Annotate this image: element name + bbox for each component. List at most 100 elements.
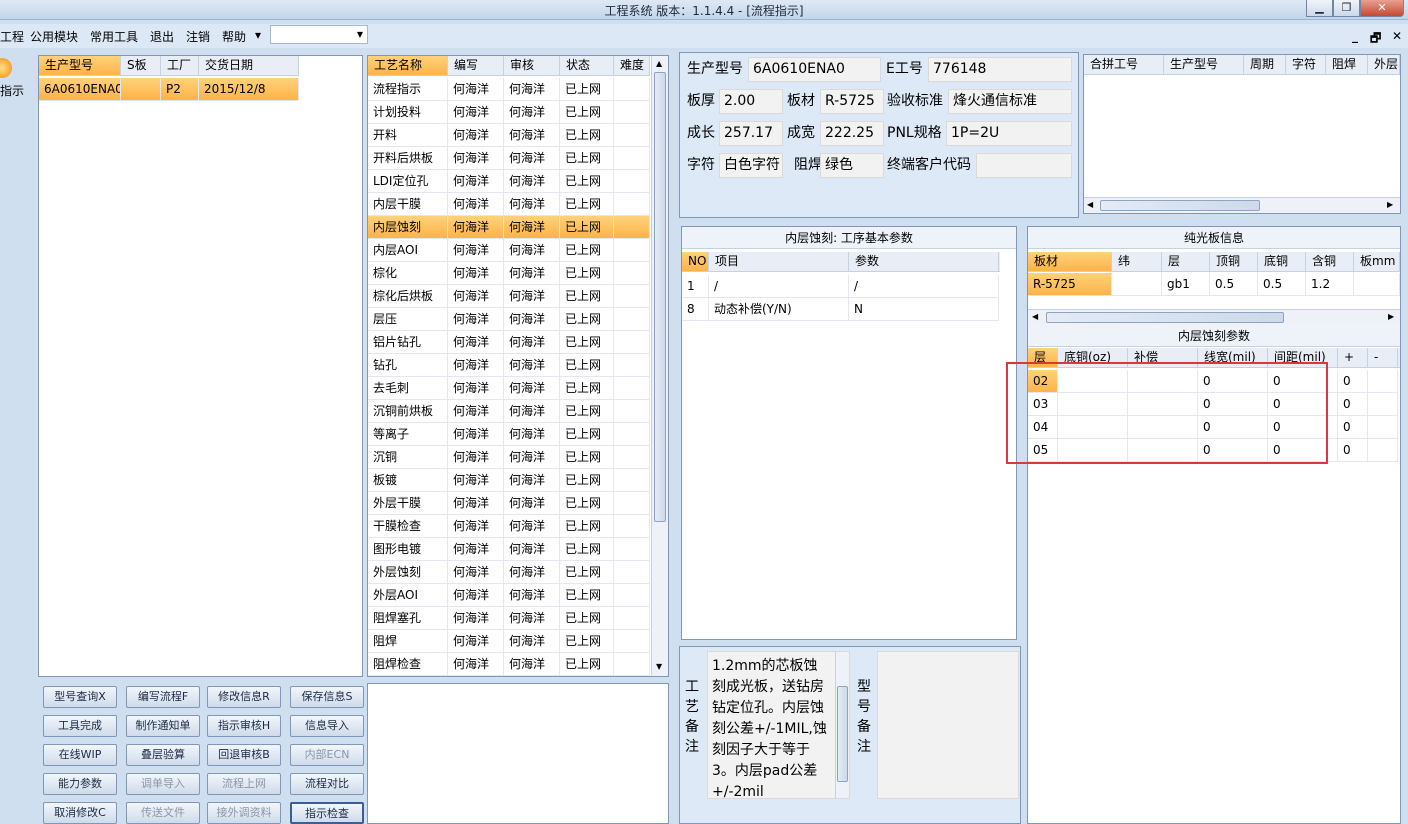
table-row[interactable]: 开料 何海洋 何海洋 已上网 [368,124,650,147]
column-header[interactable]: 底铜 [1258,252,1306,271]
column-header[interactable]: 含铜 [1306,252,1354,271]
length-field[interactable]: 257.17 [719,121,783,146]
action-button[interactable]: 传送文件 [126,802,200,824]
table-row[interactable]: 计划投料 何海洋 何海洋 已上网 [368,101,650,124]
minimize-button[interactable]: ▁ [1306,0,1333,17]
column-header[interactable]: 合拼工号 [1084,55,1164,74]
chevron-down-icon[interactable]: ▾ [255,28,261,42]
column-header[interactable]: 外层 [1368,55,1400,74]
action-button[interactable]: 工具完成 [43,715,117,737]
column-header[interactable]: 参数 [849,252,999,271]
notes-scrollbar[interactable] [835,652,849,798]
table-row[interactable]: LDI定位孔 何海洋 何海洋 已上网 [368,170,650,193]
scroll-up-icon[interactable]: ▲ [656,59,662,68]
column-header[interactable]: - [1368,348,1398,367]
column-header[interactable]: NO [682,252,709,271]
column-header[interactable]: S板 [121,56,161,75]
process-notes-field[interactable]: 1.2mm的芯板蚀刻成光板，送钻房钻定位孔。内层蚀刻公差+/-1MIL,蚀刻因子… [707,651,850,799]
model-field[interactable]: 6A0610ENA0 [748,57,881,82]
table-row[interactable]: 开料后烘板 何海洋 何海洋 已上网 [368,147,650,170]
scroll-right-icon[interactable]: ▶ [1387,200,1393,209]
table-row[interactable]: 棕化后烘板 何海洋 何海洋 已上网 [368,285,650,308]
column-header[interactable]: 生产型号 [39,56,121,75]
column-header[interactable]: 工艺名称 [368,56,448,75]
soldermask-field[interactable]: 绿色 [820,153,884,178]
action-button[interactable]: 流程上网 [207,773,281,795]
column-header[interactable]: 顶铜 [1210,252,1258,271]
table-row[interactable]: 阻焊 何海洋 何海洋 已上网 [368,630,650,653]
table-row[interactable]: 图形电镀 何海洋 何海洋 已上网 [368,538,650,561]
column-header[interactable]: 字符 [1286,55,1326,74]
column-header[interactable]: 生产型号 [1164,55,1244,74]
table-row[interactable]: 等离子 何海洋 何海洋 已上网 [368,423,650,446]
action-button[interactable]: 制作通知单 [126,715,200,737]
menu-logout[interactable]: 注销 [186,28,210,45]
column-header[interactable]: 审核 [504,56,560,75]
action-button[interactable]: 信息导入 [290,715,364,737]
thickness-field[interactable]: 2.00 [719,89,783,114]
action-button[interactable]: 流程对比 [290,773,364,795]
pnl-field[interactable]: 1P=2U [946,121,1072,146]
menu-common-tools[interactable]: 常用工具 [90,28,138,45]
table-row[interactable]: 去毛刺 何海洋 何海洋 已上网 [368,377,650,400]
process-scrollbar[interactable]: ▲ ▼ [651,56,668,676]
width-field[interactable]: 222.25 [820,121,884,146]
close-button[interactable]: ✕ [1360,0,1404,17]
column-header[interactable]: 周期 [1244,55,1286,74]
action-button[interactable]: 型号查询X [43,686,117,708]
action-button[interactable]: 指示检查 [290,802,364,824]
table-row[interactable]: 流程指示 何海洋 何海洋 已上网 [368,78,650,101]
column-header[interactable]: 板材 [1028,252,1112,271]
eno-field[interactable]: 776148 [928,57,1072,82]
table-row[interactable]: 阻焊塞孔 何海洋 何海洋 已上网 [368,607,650,630]
table-row[interactable]: 阻焊检查 何海洋 何海洋 已上网 [368,653,650,676]
action-button[interactable]: 接外调资料 [207,802,281,824]
process-icon[interactable] [0,58,12,78]
table-row[interactable]: 8 动态补偿(Y/N) N [682,298,999,321]
action-button[interactable]: 编写流程F [126,686,200,708]
table-row[interactable]: 沉铜 何海洋 何海洋 已上网 [368,446,650,469]
column-header[interactable]: 项目 [709,252,849,271]
column-header[interactable]: 交货日期 [199,56,299,75]
table-row[interactable]: 干膜检查 何海洋 何海洋 已上网 [368,515,650,538]
character-field[interactable]: 白色字符 [719,153,783,178]
table-row[interactable]: 内层干膜 何海洋 何海洋 已上网 [368,193,650,216]
action-button[interactable]: 取消修改C [43,802,117,824]
customer-code-field[interactable] [976,153,1072,178]
mdi-close-button[interactable]: ✕ [1392,29,1402,43]
table-row[interactable]: R-5725 gb1 0.5 0.5 1.2 [1028,273,1400,296]
combine-hscrollbar[interactable]: ◀ ▶ [1084,197,1400,213]
action-button[interactable]: 叠层验算 [126,744,200,766]
scroll-left-icon[interactable]: ◀ [1032,312,1038,321]
column-header[interactable]: 层 [1162,252,1210,271]
action-button[interactable]: 内部ECN [290,744,364,766]
toolbar-combo[interactable]: ▼ [270,25,368,44]
action-button[interactable]: 保存信息S [290,686,364,708]
table-row[interactable]: 板镀 何海洋 何海洋 已上网 [368,469,650,492]
model-notes-field[interactable] [877,651,1019,799]
scroll-left-icon[interactable]: ◀ [1087,200,1093,209]
menu-engineering[interactable]: 工程 [0,28,24,45]
menu-help[interactable]: 帮助 [222,28,246,45]
table-row[interactable]: 内层AOI 何海洋 何海洋 已上网 [368,239,650,262]
board-hscrollbar[interactable]: ◀ ▶ [1028,309,1400,325]
table-row[interactable]: 铝片钻孔 何海洋 何海洋 已上网 [368,331,650,354]
column-header[interactable]: 阻焊 [1326,55,1368,74]
left-toolbar-label[interactable]: 指示 [0,82,24,99]
column-header[interactable]: 工厂 [161,56,199,75]
action-button[interactable]: 修改信息R [207,686,281,708]
table-row[interactable]: 外层蚀刻 何海洋 何海洋 已上网 [368,561,650,584]
scroll-thumb[interactable] [1046,312,1284,323]
column-header[interactable]: 编写 [448,56,504,75]
scroll-thumb[interactable] [837,686,848,782]
column-header[interactable]: 板mm [1354,252,1400,271]
action-button[interactable]: 在线WIP [43,744,117,766]
action-button[interactable]: 调单导入 [126,773,200,795]
table-row[interactable]: 层压 何海洋 何海洋 已上网 [368,308,650,331]
scroll-thumb[interactable] [1100,200,1260,211]
action-button[interactable]: 能力参数 [43,773,117,795]
standard-field[interactable]: 烽火通信标准 [948,89,1072,114]
table-row[interactable]: 棕化 何海洋 何海洋 已上网 [368,262,650,285]
column-header[interactable]: 状态 [560,56,614,75]
menu-common-modules[interactable]: 公用模块 [30,28,78,45]
